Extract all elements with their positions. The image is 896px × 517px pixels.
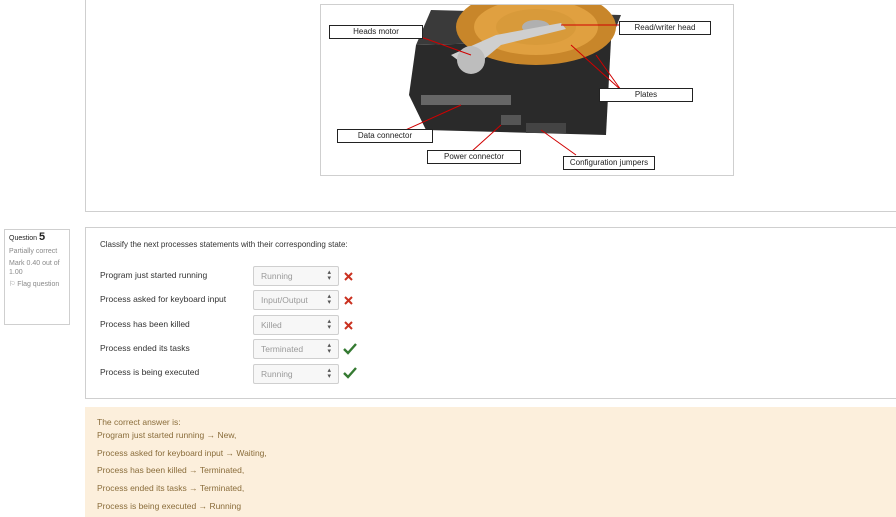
flag-question-label: Flag question (17, 281, 60, 288)
question-label: Question (9, 235, 38, 242)
question-number: Question 5 (9, 231, 65, 243)
state-select-value: Running (261, 271, 293, 281)
feedback-line-2: Process has been killed → Terminated, (97, 465, 245, 475)
state-select-2[interactable]: Killed ▴ ▾ (253, 315, 339, 335)
question-content: Classify the next processes statements w… (85, 227, 896, 399)
label-configuration-jumpers: Configuration jumpers (563, 156, 655, 170)
label-heads-motor: Heads motor (329, 25, 423, 39)
state-select-value: Terminated (261, 344, 304, 354)
label-read-writer-head: Read/writer head (619, 21, 711, 35)
flag-question-link[interactable]: ⚐ Flag question (9, 280, 65, 289)
flag-icon: ⚐ (9, 281, 16, 288)
question-prompt: Classify the next processes statements w… (100, 240, 348, 249)
correct-check-icon (343, 343, 357, 355)
question-mark: Mark 0.40 out of 1.00 (9, 260, 60, 276)
incorrect-icon (344, 296, 353, 305)
select-arrows-icon: ▴ ▾ (327, 367, 331, 380)
select-arrows-icon: ▴ ▾ (327, 269, 331, 282)
state-select-4[interactable]: Running ▴ ▾ (253, 364, 339, 384)
hard-disk-diagram: Heads motor Read/writer head Plates Data… (320, 4, 734, 176)
incorrect-icon (344, 321, 353, 330)
row-label-4: Process is being executed (100, 367, 200, 377)
correct-answer-feedback: The correct answer is: Program just star… (85, 407, 896, 517)
state-select-value: Running (261, 369, 293, 379)
row-label-3: Process ended its tasks (100, 343, 190, 353)
row-label-1: Process asked for keyboard input (100, 294, 227, 304)
question-state: Partially correct (9, 248, 58, 255)
feedback-line-3: Process ended its tasks → Terminated, (97, 483, 245, 493)
incorrect-icon (344, 272, 353, 281)
state-select-3[interactable]: Terminated ▴ ▾ (253, 339, 339, 359)
question-info: Question 5 Partially correct Mark 0.40 o… (4, 229, 70, 325)
row-label-0: Program just started running (100, 270, 208, 280)
row-label-2: Process has been killed (100, 319, 190, 329)
label-data-connector: Data connector (337, 129, 433, 143)
state-select-1[interactable]: Input/Output ▴ ▾ (253, 290, 339, 310)
feedback-line-4: Process is being executed → Running (97, 501, 242, 511)
select-arrows-icon: ▴ ▾ (327, 293, 331, 306)
state-select-0[interactable]: Running ▴ ▾ (253, 266, 339, 286)
label-power-connector: Power connector (427, 150, 521, 164)
state-select-value: Input/Output (261, 295, 308, 305)
select-arrows-icon: ▴ ▾ (327, 318, 331, 331)
correct-check-icon (343, 367, 357, 379)
label-plates: Plates (599, 88, 693, 102)
feedback-intro: The correct answer is: (97, 417, 181, 427)
feedback-line-1: Process asked for keyboard input → Waiti… (97, 448, 267, 458)
state-select-value: Killed (261, 320, 282, 330)
select-arrows-icon: ▴ ▾ (327, 342, 331, 355)
feedback-line-0: Program just started running → New, (97, 430, 237, 440)
question-number-value: 5 (38, 231, 46, 243)
